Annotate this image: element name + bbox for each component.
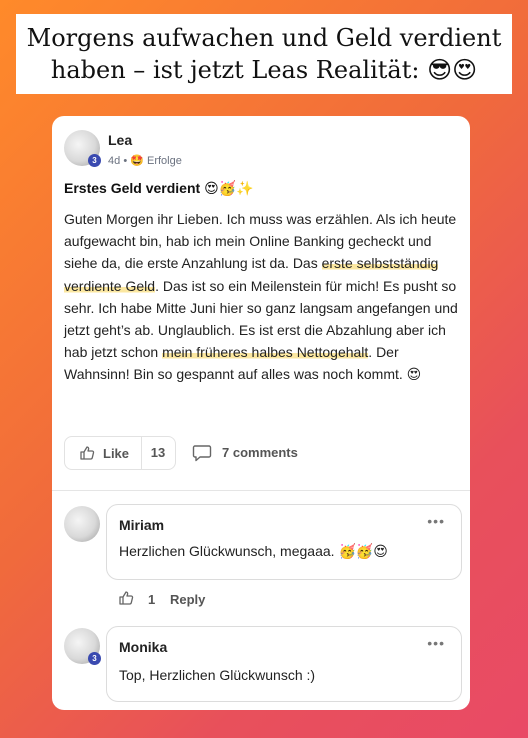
post-meta: 4d • 🤩 Erfolge (108, 154, 182, 167)
meta-separator: • (123, 155, 128, 167)
comment-author[interactable]: Monika (119, 639, 167, 655)
headline-emojis: 😎😍 (427, 56, 478, 84)
post-category[interactable]: Erfolge (147, 155, 182, 167)
headline-line-2: haben – ist jetzt Leas Realität: 😎😍 (16, 54, 512, 86)
post-title: Erstes Geld verdient 😍🥳✨ (64, 180, 254, 197)
post-time: 4d (108, 155, 121, 167)
like-button[interactable]: Like (65, 437, 142, 469)
like-label: Like (103, 446, 130, 461)
comment-bubble: Miriam ••• Herzlichen Glückwunsch, megaa… (106, 504, 462, 580)
post-title-text: Erstes Geld verdient (64, 180, 201, 196)
more-icon[interactable]: ••• (427, 635, 445, 651)
commenter-avatar[interactable] (64, 506, 100, 542)
comment-icon (192, 444, 212, 462)
thumbs-up-icon[interactable] (118, 590, 134, 606)
post-body: Guten Morgen ihr Lieben. Ich muss was er… (64, 208, 458, 387)
comments-count-label: 7 comments (222, 445, 298, 460)
headline-banner: Morgens aufwachen und Geld verdient habe… (16, 14, 512, 94)
like-count[interactable]: 13 (141, 437, 175, 469)
comment-text: Herzlichen Glückwunsch, megaaa. 🥳🥳😍 (119, 543, 388, 560)
section-divider (52, 490, 470, 491)
post-end-emoji: 😍 (406, 367, 422, 384)
author-name[interactable]: Lea (108, 132, 132, 148)
comment-author[interactable]: Miriam (119, 517, 164, 533)
comment-like-count: 1 (148, 592, 156, 607)
post-title-emojis: 😍🥳✨ (204, 181, 254, 197)
commenter-level-badge: 3 (88, 652, 101, 665)
comment-text-body: Herzlichen Glückwunsch, megaaa. (119, 543, 339, 559)
author-level-badge: 3 (88, 154, 101, 167)
category-emoji: 🤩 (130, 154, 144, 167)
comment-bubble: Monika ••• Top, Herzlichen Glückwunsch :… (106, 626, 462, 702)
headline-line-1: Morgens aufwachen und Geld verdient (26, 24, 502, 52)
headline-line-2-text: haben – ist jetzt Leas Realität: (50, 56, 420, 84)
reply-button[interactable]: Reply (170, 592, 205, 607)
comment-emojis: 🥳🥳😍 (338, 544, 388, 560)
like-control: Like 13 (64, 436, 176, 470)
post-highlight-2: mein früheres halbes Nettogehalt (162, 344, 369, 361)
more-icon[interactable]: ••• (427, 513, 445, 529)
post-card: 3 Lea 4d • 🤩 Erfolge Erstes Geld verdien… (52, 116, 470, 710)
comment-text: Top, Herzlichen Glückwunsch :) (119, 667, 316, 683)
thumbs-up-icon (79, 445, 95, 461)
